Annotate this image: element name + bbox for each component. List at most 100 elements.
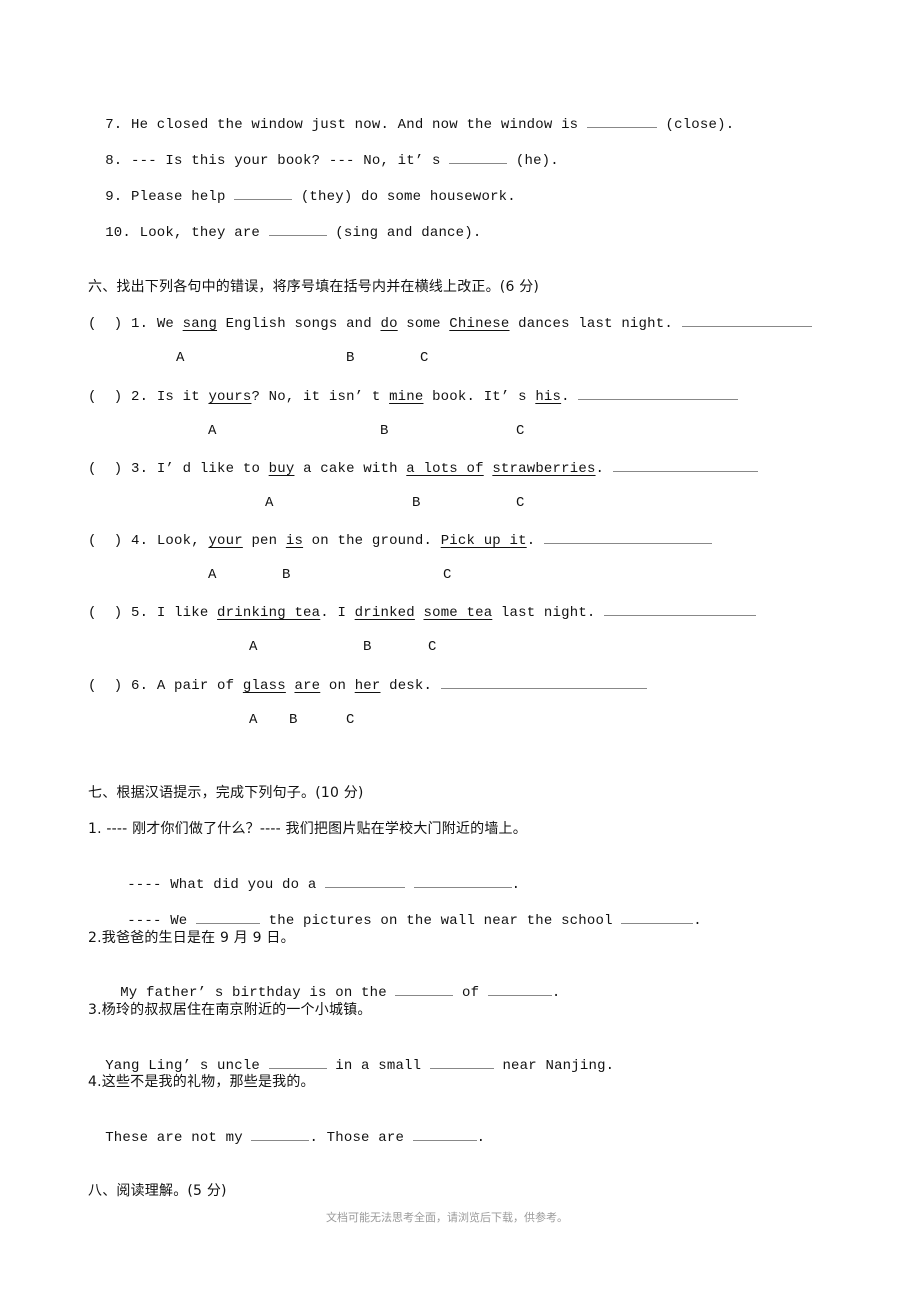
answer-blank[interactable] bbox=[325, 875, 406, 888]
option-label: A bbox=[249, 712, 258, 728]
underlined-option: are bbox=[294, 678, 321, 694]
question-text: 7. He closed the window just now. And no… bbox=[105, 117, 587, 133]
option-label: B bbox=[282, 567, 291, 583]
option-label: A bbox=[176, 350, 185, 366]
question-7-1-chinese: 1. ---- 刚才你们做了什么？---- 我们把图片贴在学校大门附近的墙上。 bbox=[88, 821, 527, 837]
answer-blank[interactable] bbox=[268, 1056, 327, 1069]
answer-blank[interactable] bbox=[251, 1128, 310, 1141]
underlined-option: some tea bbox=[423, 605, 493, 621]
answer-blank[interactable] bbox=[395, 983, 454, 996]
underlined-option: mine bbox=[389, 389, 424, 405]
underlined-option: your bbox=[208, 533, 243, 549]
option-label: C bbox=[420, 350, 429, 366]
sentence-text: some bbox=[397, 316, 450, 332]
answer-blank[interactable] bbox=[449, 151, 508, 164]
option-label: C bbox=[428, 639, 437, 655]
answer-parentheses[interactable]: ( ) bbox=[88, 316, 122, 332]
question-hint: (close). bbox=[656, 117, 735, 133]
item-number: 2. bbox=[131, 389, 149, 405]
sentence-text: These are not my bbox=[105, 1130, 252, 1146]
question-7-2-chinese: 2.我爸爸的生日是在 9 月 9 日。 bbox=[88, 930, 295, 946]
underlined-option: is bbox=[285, 533, 304, 549]
underlined-option: strawberries bbox=[492, 461, 596, 477]
option-label: B bbox=[346, 350, 355, 366]
question-7-4-chinese: 4.这些不是我的礼物，那些是我的。 bbox=[88, 1074, 315, 1090]
sentence-text: A pair of bbox=[156, 678, 243, 694]
correction-blank[interactable] bbox=[543, 531, 712, 544]
question-hint: (he). bbox=[507, 153, 559, 169]
sentence-text: desk. bbox=[380, 678, 441, 694]
sentence-text: last night. bbox=[492, 605, 605, 621]
question-hint: (sing and dance). bbox=[326, 225, 482, 241]
question-7-3-english: Yang Ling’ s uncle in a small near Nanji… bbox=[88, 1038, 614, 1075]
question-7: 7. He closed the window just now. And no… bbox=[88, 97, 734, 134]
correction-blank[interactable] bbox=[440, 676, 647, 689]
sentence-text: of bbox=[453, 985, 488, 1001]
answer-parentheses[interactable]: ( ) bbox=[88, 678, 122, 694]
correction-blank[interactable] bbox=[681, 314, 812, 327]
question-7-4-english: These are not my . Those are . bbox=[88, 1110, 485, 1147]
sentence-text: pen bbox=[242, 533, 286, 549]
correction-blank[interactable] bbox=[612, 459, 758, 472]
correction-blank[interactable] bbox=[578, 387, 739, 400]
sentence-text: . bbox=[561, 389, 579, 405]
sentence-text: . bbox=[551, 985, 561, 1001]
underlined-option: a lots of bbox=[406, 461, 484, 477]
sentence-text: I like bbox=[156, 605, 218, 621]
question-9: 9. Please help (they) do some housework. bbox=[88, 169, 516, 206]
footer-note: 文档可能无法思考全面，请浏览后下载，供参考。 bbox=[326, 1211, 568, 1224]
sentence-text: . bbox=[693, 913, 702, 929]
answer-blank[interactable] bbox=[234, 187, 293, 200]
underlined-option: his bbox=[535, 389, 562, 405]
underlined-option: sang bbox=[182, 316, 218, 332]
question-10: 10. Look, they are (sing and dance). bbox=[88, 205, 481, 242]
item-number: 4. bbox=[131, 533, 149, 549]
answer-parentheses[interactable]: ( ) bbox=[88, 533, 122, 549]
option-label: B bbox=[380, 423, 389, 439]
option-label: C bbox=[516, 423, 525, 439]
error-item: ( ) 3. I’ d like to buy a cake with a lo… bbox=[88, 459, 758, 478]
correction-blank[interactable] bbox=[604, 603, 757, 616]
answer-blank[interactable] bbox=[268, 223, 327, 236]
answer-parentheses[interactable]: ( ) bbox=[88, 461, 122, 477]
underlined-option: glass bbox=[242, 678, 286, 694]
sentence-text: near Nanjing. bbox=[493, 1058, 615, 1074]
question-7-3-chinese: 3.杨玲的叔叔居住在南京附近的一个小城镇。 bbox=[88, 1002, 372, 1018]
underlined-option: yours bbox=[208, 389, 252, 405]
item-number: 3. bbox=[131, 461, 149, 477]
answer-blank[interactable] bbox=[196, 911, 261, 924]
option-label: A bbox=[249, 639, 258, 655]
sentence-text: in a small bbox=[326, 1058, 430, 1074]
sentence-text: on the ground. bbox=[303, 533, 441, 549]
answer-blank[interactable] bbox=[413, 875, 512, 888]
sentence-text: Yang Ling’ s uncle bbox=[105, 1058, 269, 1074]
answer-parentheses[interactable]: ( ) bbox=[88, 389, 122, 405]
question-hint: (they) do some housework. bbox=[292, 189, 516, 205]
sentence-text: . bbox=[526, 533, 544, 549]
sentence-text: . bbox=[476, 1130, 486, 1146]
answer-blank[interactable] bbox=[412, 1128, 477, 1141]
item-number: 1. bbox=[131, 316, 149, 332]
sentence-text: book. It’ s bbox=[423, 389, 536, 405]
sentence-text: . I bbox=[320, 605, 355, 621]
question-8: 8. --- Is this your book? --- No, it’ s … bbox=[88, 133, 559, 170]
underlined-option: buy bbox=[268, 461, 295, 477]
sentence-text: ---- What did you do a bbox=[127, 877, 326, 893]
underlined-option: her bbox=[354, 678, 381, 694]
sentence-text: ? No, it isn’ t bbox=[251, 389, 390, 405]
question-7-1-english-a: ---- What did you do a . bbox=[110, 857, 520, 894]
answer-blank[interactable] bbox=[586, 115, 657, 128]
underlined-option: drinking tea bbox=[217, 605, 321, 621]
underlined-option: do bbox=[380, 316, 398, 332]
question-7-1-english-b: ---- We the pictures on the wall near th… bbox=[110, 893, 702, 930]
underlined-option: Pick up it bbox=[440, 533, 527, 549]
option-label: A bbox=[208, 423, 217, 439]
sentence-text: ---- We bbox=[127, 913, 197, 929]
sentence-text: . Those are bbox=[309, 1130, 413, 1146]
sentence-text: I’ d like to bbox=[156, 461, 269, 477]
answer-blank[interactable] bbox=[487, 983, 552, 996]
answer-parentheses[interactable]: ( ) bbox=[88, 605, 122, 621]
question-text: 8. --- Is this your book? --- No, it’ s bbox=[105, 153, 450, 169]
answer-blank[interactable] bbox=[621, 911, 694, 924]
answer-blank[interactable] bbox=[429, 1056, 494, 1069]
